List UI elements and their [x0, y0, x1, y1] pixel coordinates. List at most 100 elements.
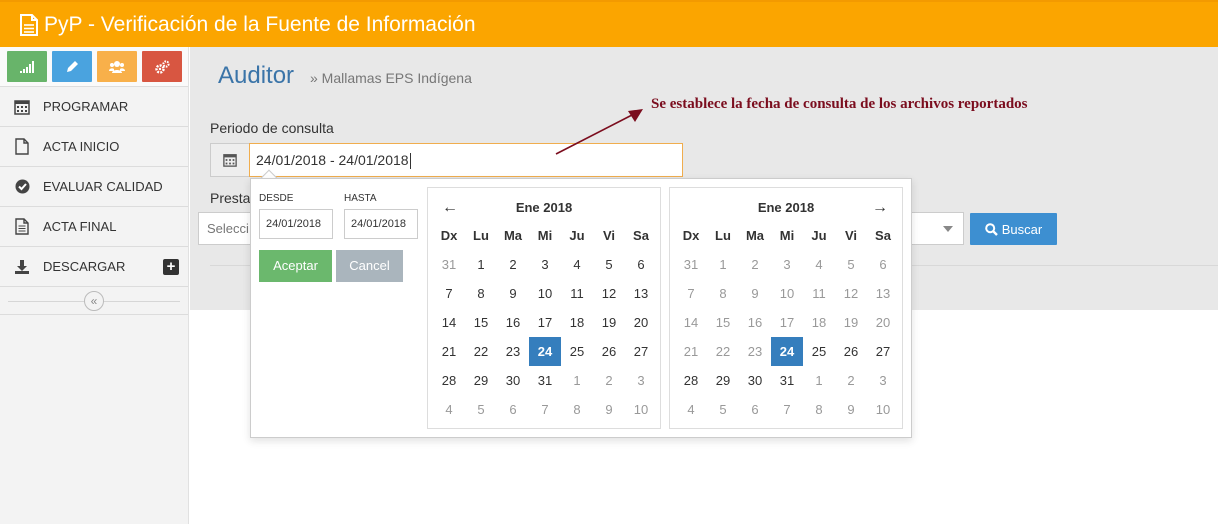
day-cell[interactable]: 13 [625, 279, 657, 308]
day-cell[interactable]: 9 [497, 279, 529, 308]
day-cell[interactable]: 4 [803, 250, 835, 279]
day-cell[interactable]: 5 [707, 395, 739, 424]
day-cell[interactable]: 3 [867, 366, 899, 395]
day-cell[interactable]: 19 [593, 308, 625, 337]
day-cell[interactable]: 3 [625, 366, 657, 395]
day-cell[interactable]: 4 [675, 395, 707, 424]
day-cell[interactable]: 20 [625, 308, 657, 337]
day-cell[interactable]: 28 [675, 366, 707, 395]
day-cell[interactable]: 28 [433, 366, 465, 395]
day-cell[interactable]: 6 [497, 395, 529, 424]
calendar-addon[interactable] [210, 143, 250, 177]
day-cell[interactable]: 5 [835, 250, 867, 279]
day-cell[interactable]: 15 [707, 308, 739, 337]
day-cell[interactable]: 9 [739, 279, 771, 308]
day-cell[interactable]: 29 [465, 366, 497, 395]
day-cell[interactable]: 26 [835, 337, 867, 366]
day-cell[interactable]: 3 [771, 250, 803, 279]
day-cell[interactable]: 12 [835, 279, 867, 308]
day-cell[interactable]: 1 [707, 250, 739, 279]
day-cell[interactable]: 21 [433, 337, 465, 366]
day-cell[interactable]: 20 [867, 308, 899, 337]
day-cell[interactable]: 4 [561, 250, 593, 279]
day-cell[interactable]: 7 [529, 395, 561, 424]
day-cell[interactable]: 2 [497, 250, 529, 279]
day-cell[interactable]: 16 [497, 308, 529, 337]
sidebar-item-acta-final[interactable]: ACTA FINAL [0, 207, 188, 247]
day-cell[interactable]: 1 [803, 366, 835, 395]
day-cell[interactable]: 8 [803, 395, 835, 424]
day-cell[interactable]: 8 [707, 279, 739, 308]
day-cell[interactable]: 11 [561, 279, 593, 308]
day-cell[interactable]: 17 [771, 308, 803, 337]
day-cell[interactable]: 5 [593, 250, 625, 279]
day-cell[interactable]: 14 [675, 308, 707, 337]
day-cell[interactable]: 9 [593, 395, 625, 424]
day-cell[interactable]: 23 [497, 337, 529, 366]
day-cell[interactable]: 23 [739, 337, 771, 366]
day-cell[interactable]: 2 [593, 366, 625, 395]
day-cell[interactable]: 27 [625, 337, 657, 366]
day-cell-selected[interactable]: 24 [529, 337, 561, 366]
day-cell[interactable]: 10 [529, 279, 561, 308]
day-cell[interactable]: 3 [529, 250, 561, 279]
search-button[interactable]: Buscar [970, 213, 1057, 245]
day-cell[interactable]: 16 [739, 308, 771, 337]
day-cell[interactable]: 13 [867, 279, 899, 308]
day-cell[interactable]: 1 [465, 250, 497, 279]
shortcut-settings-button[interactable] [142, 51, 182, 82]
day-cell[interactable]: 25 [561, 337, 593, 366]
day-cell[interactable]: 6 [625, 250, 657, 279]
cancel-button[interactable]: Cancel [336, 250, 403, 282]
day-cell[interactable]: 31 [675, 250, 707, 279]
day-cell[interactable]: 4 [433, 395, 465, 424]
day-cell[interactable]: 2 [739, 250, 771, 279]
day-cell[interactable]: 8 [561, 395, 593, 424]
day-cell[interactable]: 17 [529, 308, 561, 337]
day-cell[interactable]: 18 [803, 308, 835, 337]
to-date-input[interactable]: 24/01/2018 [344, 209, 418, 239]
day-cell[interactable]: 8 [465, 279, 497, 308]
day-cell[interactable]: 19 [835, 308, 867, 337]
shortcut-edit-button[interactable] [52, 51, 92, 82]
day-cell[interactable]: 11 [803, 279, 835, 308]
expand-plus-icon[interactable]: + [163, 259, 179, 275]
day-cell[interactable]: 21 [675, 337, 707, 366]
day-cell[interactable]: 9 [835, 395, 867, 424]
collapse-sidebar-button[interactable]: « [84, 291, 104, 311]
day-cell[interactable]: 7 [675, 279, 707, 308]
day-cell[interactable]: 6 [739, 395, 771, 424]
sidebar-item-acta-inicio[interactable]: ACTA INICIO [0, 127, 188, 167]
day-cell[interactable]: 15 [465, 308, 497, 337]
day-cell[interactable]: 7 [771, 395, 803, 424]
day-cell[interactable]: 6 [867, 250, 899, 279]
day-cell[interactable]: 14 [433, 308, 465, 337]
day-cell[interactable]: 27 [867, 337, 899, 366]
sidebar-item-descargar[interactable]: DESCARGAR + [0, 247, 188, 287]
day-cell[interactable]: 1 [561, 366, 593, 395]
shortcut-stats-button[interactable] [7, 51, 47, 82]
day-cell[interactable]: 10 [867, 395, 899, 424]
sidebar-item-programar[interactable]: PROGRAMAR [0, 87, 188, 127]
next-month-arrow-icon[interactable]: → [872, 198, 888, 218]
day-cell[interactable]: 31 [433, 250, 465, 279]
day-cell[interactable]: 22 [465, 337, 497, 366]
day-cell[interactable]: 30 [497, 366, 529, 395]
day-cell[interactable]: 18 [561, 308, 593, 337]
apply-button[interactable]: Aceptar [259, 250, 332, 282]
day-cell[interactable]: 22 [707, 337, 739, 366]
day-cell-selected[interactable]: 24 [771, 337, 803, 366]
day-cell[interactable]: 31 [529, 366, 561, 395]
day-cell[interactable]: 2 [835, 366, 867, 395]
day-cell[interactable]: 31 [771, 366, 803, 395]
day-cell[interactable]: 26 [593, 337, 625, 366]
day-cell[interactable]: 10 [771, 279, 803, 308]
day-cell[interactable]: 5 [465, 395, 497, 424]
day-cell[interactable]: 10 [625, 395, 657, 424]
day-cell[interactable]: 30 [739, 366, 771, 395]
day-cell[interactable]: 29 [707, 366, 739, 395]
shortcut-users-button[interactable] [97, 51, 137, 82]
day-cell[interactable]: 12 [593, 279, 625, 308]
from-date-input[interactable]: 24/01/2018 [259, 209, 333, 239]
day-cell[interactable]: 25 [803, 337, 835, 366]
